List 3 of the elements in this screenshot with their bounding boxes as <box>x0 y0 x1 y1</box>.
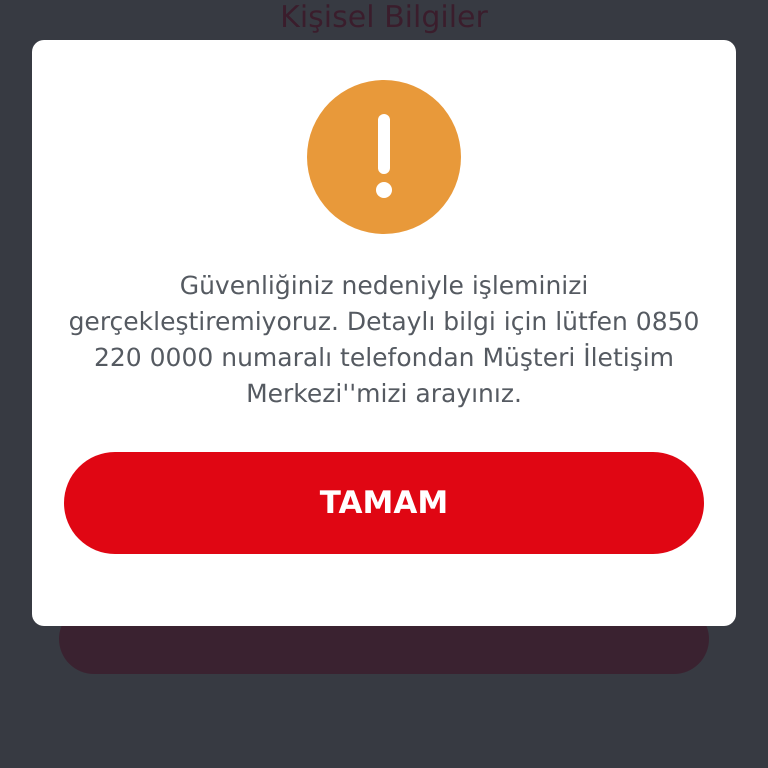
warning-icon <box>307 80 461 234</box>
alert-message: Güvenliğiniz nedeniyle işleminizi gerçekleştiremiyoruz. Detaylı bilgi için lütfen 0850 220 0000 numaralı telefondan Müşteri İletişim Merkezi''mizi arayınız. <box>68 270 700 410</box>
ok-button[interactable]: TAMAM <box>64 452 704 554</box>
